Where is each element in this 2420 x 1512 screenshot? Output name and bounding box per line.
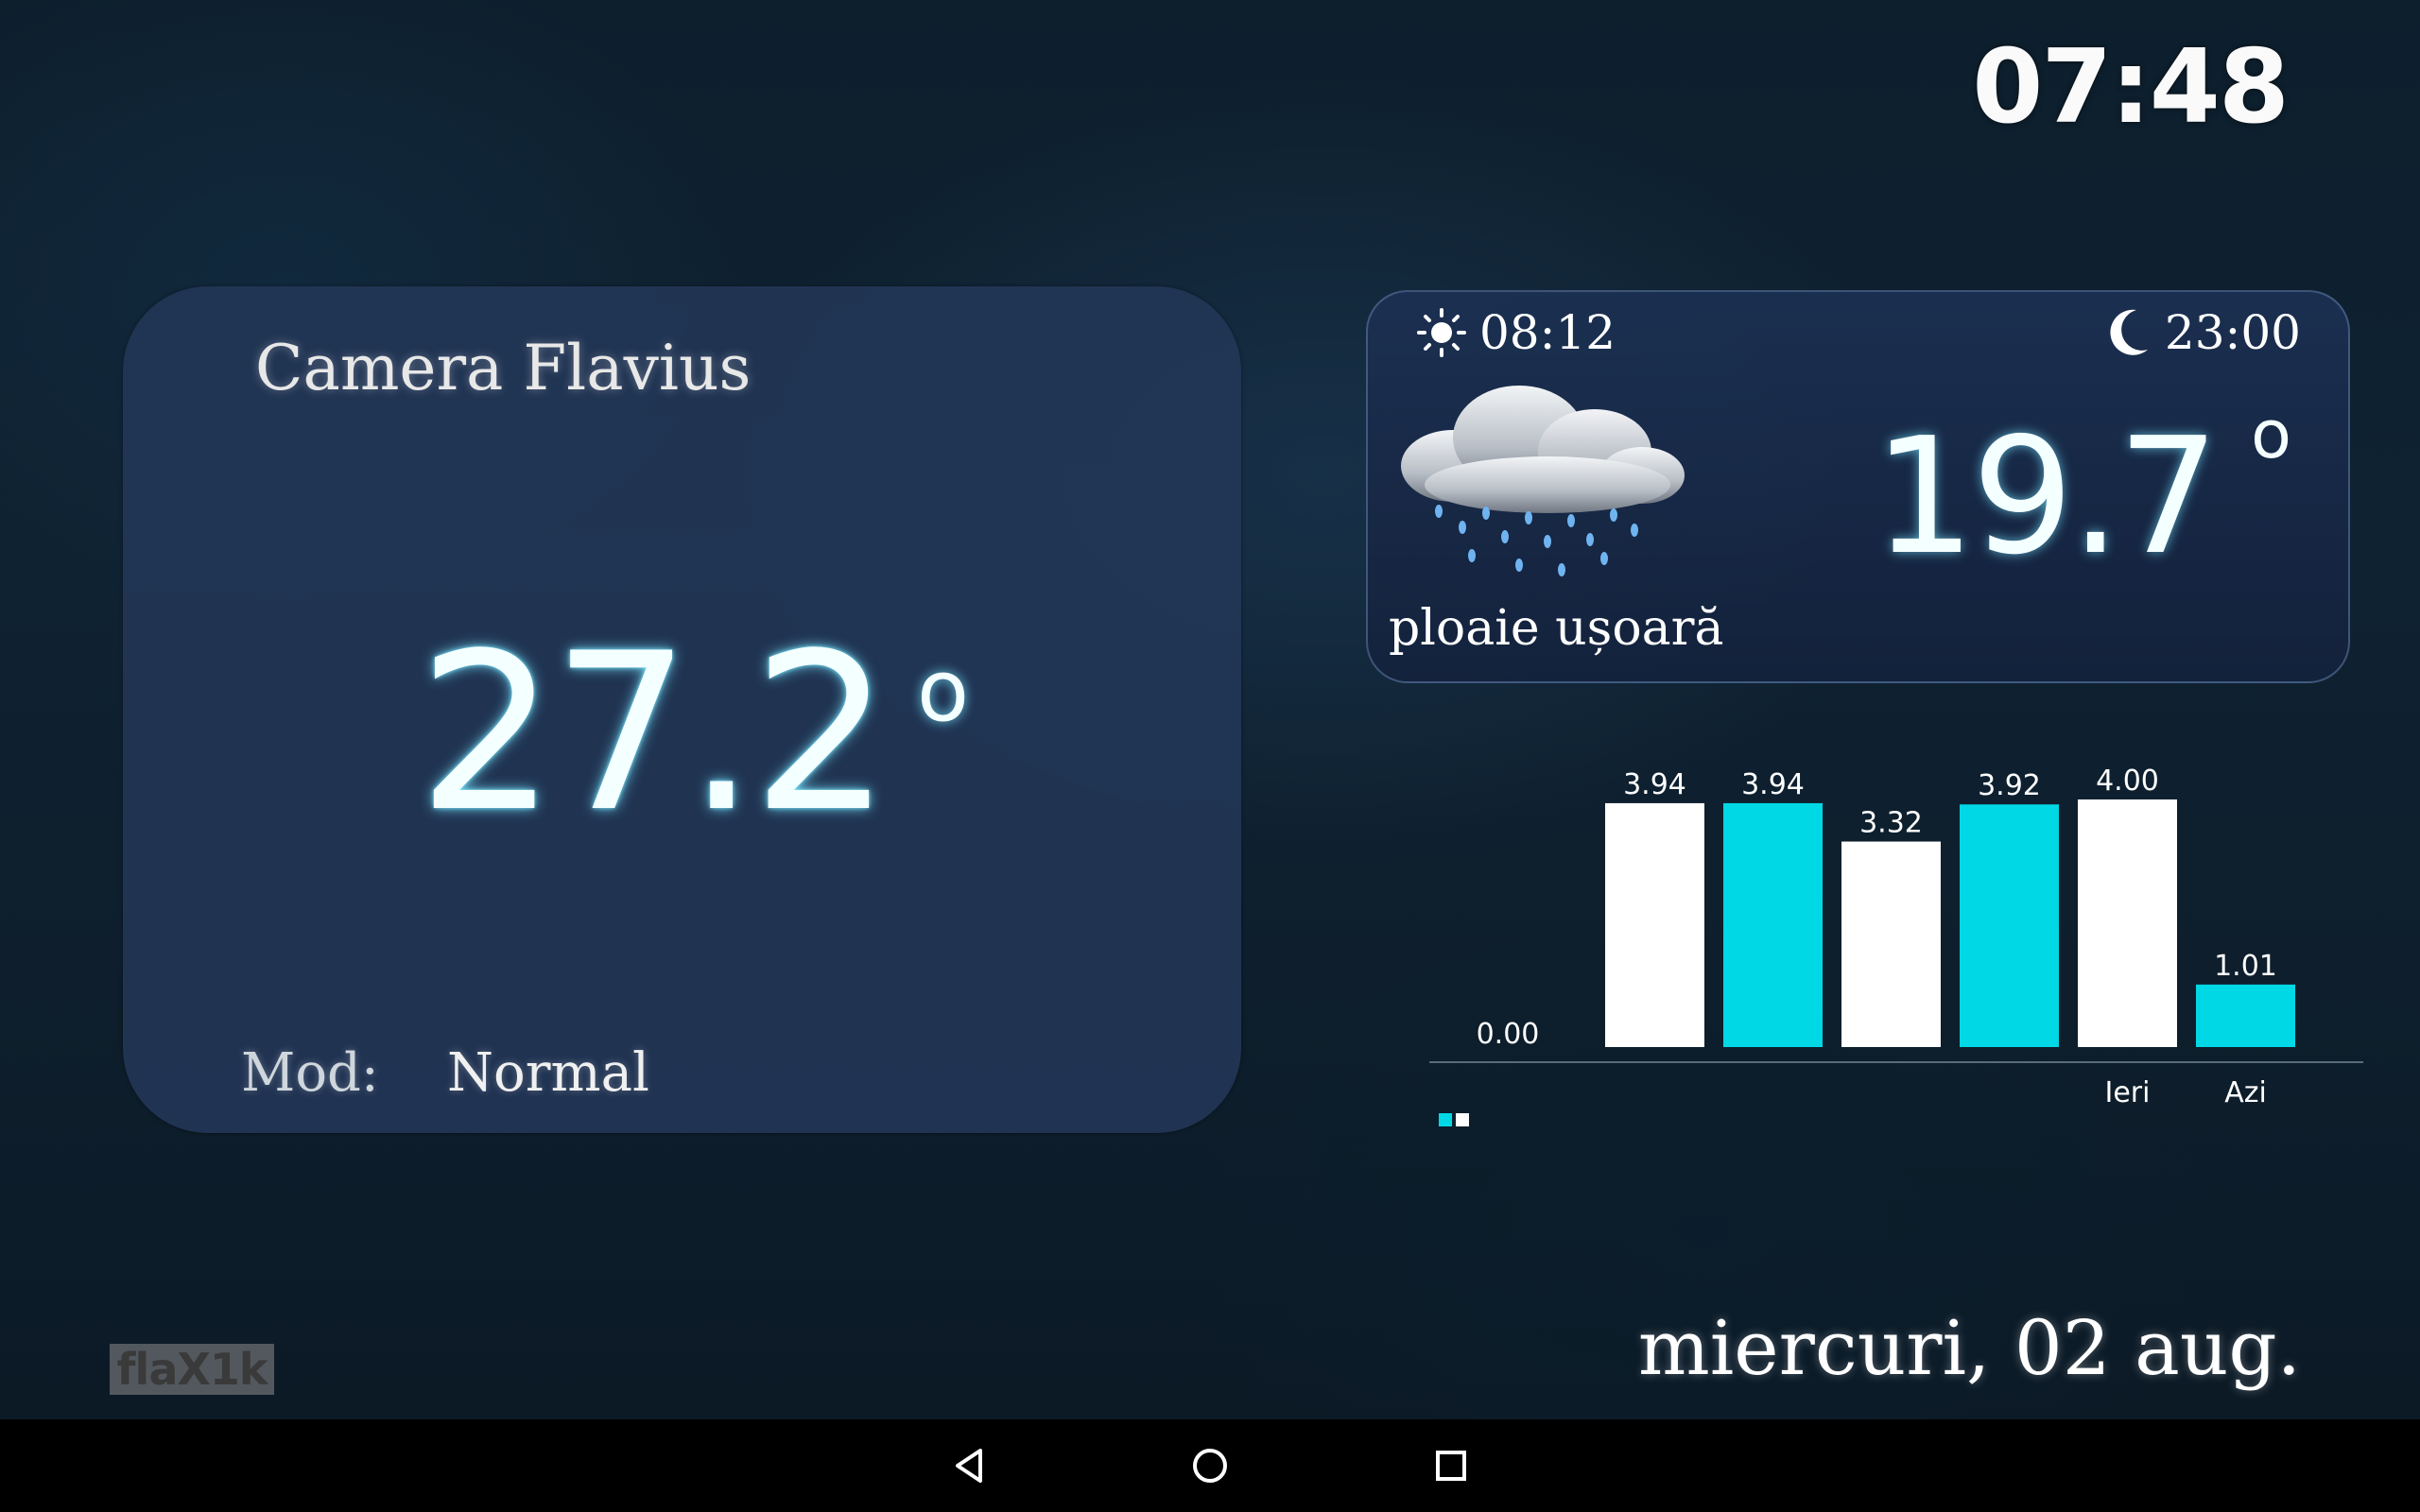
chart-data-label: 3.92 (1978, 769, 2041, 802)
outdoor-temperature: 19.7 (1873, 404, 2220, 591)
chart-legend (1439, 1113, 1469, 1126)
consumption-bar-chart: 0.00 3.94 3.94 3.32 3.92 4.00 Ieri 1.01 Azi (1429, 765, 2363, 1109)
sunrise-time: 08:12 (1479, 305, 1616, 360)
date-label: miercuri, 02 aug. (1637, 1304, 2301, 1392)
weather-card[interactable]: 08:12 23:00 19.7 o ploaie ușoară (1366, 290, 2350, 683)
room-card[interactable]: Camera Flavius 27.2 o Mod: Normal (123, 286, 1241, 1133)
moonset-time: 23:00 (2164, 305, 2301, 360)
chart-data-label: 3.94 (1623, 768, 1686, 801)
home-button[interactable] (1186, 1442, 1234, 1489)
back-button[interactable] (945, 1442, 993, 1489)
chart-bar (1723, 802, 1823, 1047)
legend-swatch-cyan (1439, 1113, 1452, 1126)
back-triangle-icon (956, 1449, 982, 1483)
mode-label: Mod: (241, 1042, 379, 1104)
brand-logo: flaX1k (110, 1344, 274, 1395)
recents-square-icon (1436, 1451, 1466, 1481)
room-temperature: 27.2 (418, 608, 890, 860)
rain-cloud-icon (1401, 386, 1685, 576)
moon-icon (2110, 309, 2148, 355)
chart-bar (1605, 802, 1704, 1047)
chart-bar (2078, 799, 2177, 1047)
mode-value[interactable]: Normal (447, 1042, 649, 1104)
dashboard-screen: 07:48 Camera Flavius 27.2 o Mod: Normal (0, 0, 2420, 1419)
chart-bar (1841, 841, 1941, 1047)
chart-bar (1960, 804, 2059, 1047)
chart-category-label: Ieri (2105, 1076, 2151, 1109)
chart-data-label: 3.94 (1741, 768, 1805, 801)
room-degree-symbol: o (917, 642, 970, 741)
chart-data-label: 1.01 (2214, 950, 2277, 983)
chart-category-label: Azi (2224, 1076, 2267, 1109)
home-circle-icon (1193, 1449, 1227, 1483)
y-axis-min-label: 0.00 (1477, 1018, 1540, 1051)
chart-bar (2196, 984, 2295, 1047)
chart-data-label: 4.00 (2096, 765, 2159, 798)
outdoor-degree-symbol: o (2251, 396, 2291, 473)
chart-data-label: 3.32 (1859, 807, 1923, 840)
clock: 07:48 (1972, 28, 2290, 146)
android-navigation-bar (0, 1419, 2420, 1512)
legend-swatch-white (1456, 1113, 1469, 1126)
weather-description: ploaie ușoară (1389, 600, 1724, 657)
room-title: Camera Flavius (255, 332, 752, 404)
recents-button[interactable] (1427, 1442, 1475, 1489)
sunrise: 08:12 (1415, 305, 1616, 360)
moonset: 23:00 (2108, 305, 2301, 360)
sun-icon (1417, 308, 1466, 357)
